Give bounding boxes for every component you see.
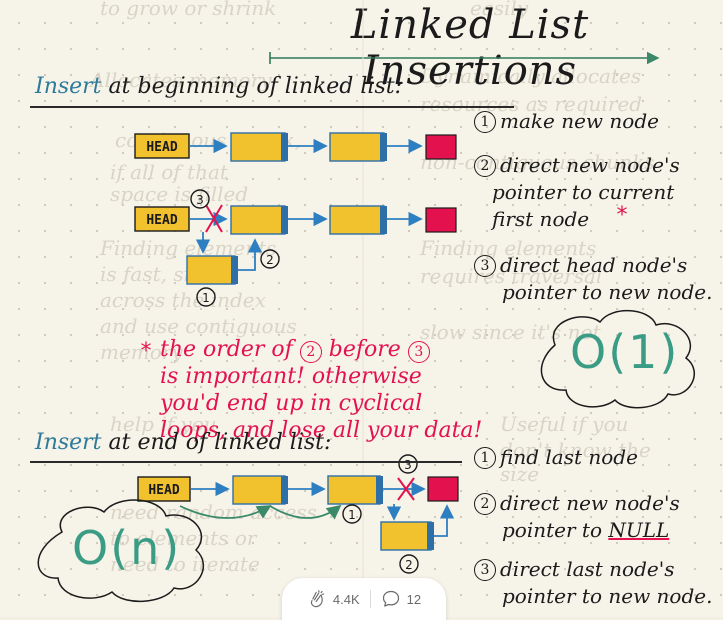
note-text: you'd end up in cyclical xyxy=(160,391,423,416)
heading-rest: at beginning of linked list: xyxy=(108,74,402,99)
step-2-end: 2 direct new node's pointer to NULL xyxy=(474,490,680,544)
asterisk-icon: * xyxy=(141,339,152,364)
step-number: 2 xyxy=(474,493,496,515)
step-text: first node xyxy=(492,207,590,231)
step-number: 3 xyxy=(474,559,496,581)
step-1-end: 1 find last node xyxy=(474,444,638,471)
marker-1: 1 xyxy=(202,291,210,305)
step-text: pointer to new node. xyxy=(502,584,713,608)
step-number: 2 xyxy=(474,155,496,177)
step-text: pointer to new node. xyxy=(502,280,713,304)
step-text: direct last node's xyxy=(500,557,675,581)
step-number: 1 xyxy=(474,447,496,469)
head-label: HEAD xyxy=(146,140,177,155)
head-label: HEAD xyxy=(146,213,177,228)
step-2-beginning: 2 direct new node's pointer to current fi… xyxy=(474,152,680,233)
step-text: make new node xyxy=(500,109,659,133)
step-1-beginning: 1 make new node xyxy=(474,108,659,135)
list-row-insert-beginning: HEAD 3 2 1 xyxy=(134,189,457,307)
comment-button[interactable]: 12 xyxy=(371,589,431,609)
heading-underline xyxy=(30,106,514,108)
list-node xyxy=(329,205,385,235)
note-text: before xyxy=(328,337,401,362)
list-row-original: HEAD xyxy=(134,132,457,162)
step-3-beginning: 3 direct head node's pointer to new node. xyxy=(474,252,712,306)
head-label: HEAD xyxy=(148,483,179,498)
step-text: direct new node's xyxy=(500,153,680,177)
new-node xyxy=(186,255,236,285)
step-text: direct head node's xyxy=(500,253,688,277)
note-number: 2 xyxy=(299,341,322,363)
null-node xyxy=(427,476,459,502)
list-node xyxy=(232,475,286,505)
list-node xyxy=(230,205,286,235)
list-node xyxy=(327,475,381,505)
clap-button[interactable]: 4.4K xyxy=(297,589,370,609)
null-keyword: NULL xyxy=(608,518,670,542)
step-text: pointer to xyxy=(502,518,602,542)
step-text: find last node xyxy=(500,445,638,469)
list-row-insert-end: HEAD 3 1 2 xyxy=(137,454,459,574)
heading-keyword: Insert xyxy=(35,74,102,99)
marker-3: 3 xyxy=(196,193,204,207)
clap-icon xyxy=(310,590,325,608)
marker-2: 2 xyxy=(266,253,274,267)
new-node xyxy=(380,521,432,551)
step-3-end: 3 direct last node's pointer to new node. xyxy=(474,556,712,610)
note-number: 3 xyxy=(407,341,430,363)
reactions-bar: 4.4K 12 xyxy=(282,578,446,620)
clap-count: 4.4K xyxy=(332,591,360,607)
order-note: the order of 2 before 3 is important! ot… xyxy=(160,336,482,444)
comment-count: 12 xyxy=(406,591,422,607)
step-number: 1 xyxy=(474,111,496,133)
marker-2: 2 xyxy=(405,558,413,572)
note-text: the order of xyxy=(160,337,293,362)
complexity-o1: O(1) xyxy=(570,325,680,379)
comment-icon xyxy=(382,590,399,607)
complexity-on: O(n) xyxy=(72,521,182,575)
marker-1: 1 xyxy=(348,508,356,522)
section-heading-beginning: Insert at beginning of linked list: xyxy=(35,74,402,99)
heading-keyword: Insert xyxy=(35,430,102,455)
note-text: is important! otherwise xyxy=(160,364,422,389)
list-node xyxy=(329,132,385,162)
heading-underline xyxy=(30,461,462,463)
null-node xyxy=(425,207,457,233)
step-number: 3 xyxy=(474,255,496,277)
step-text: direct new node's xyxy=(500,491,680,515)
null-node xyxy=(425,134,457,160)
heading-rest: at end of linked list: xyxy=(108,430,332,455)
list-node xyxy=(230,132,286,162)
section-heading-end: Insert at end of linked list: xyxy=(35,430,331,455)
step-text: pointer to current xyxy=(492,180,675,204)
